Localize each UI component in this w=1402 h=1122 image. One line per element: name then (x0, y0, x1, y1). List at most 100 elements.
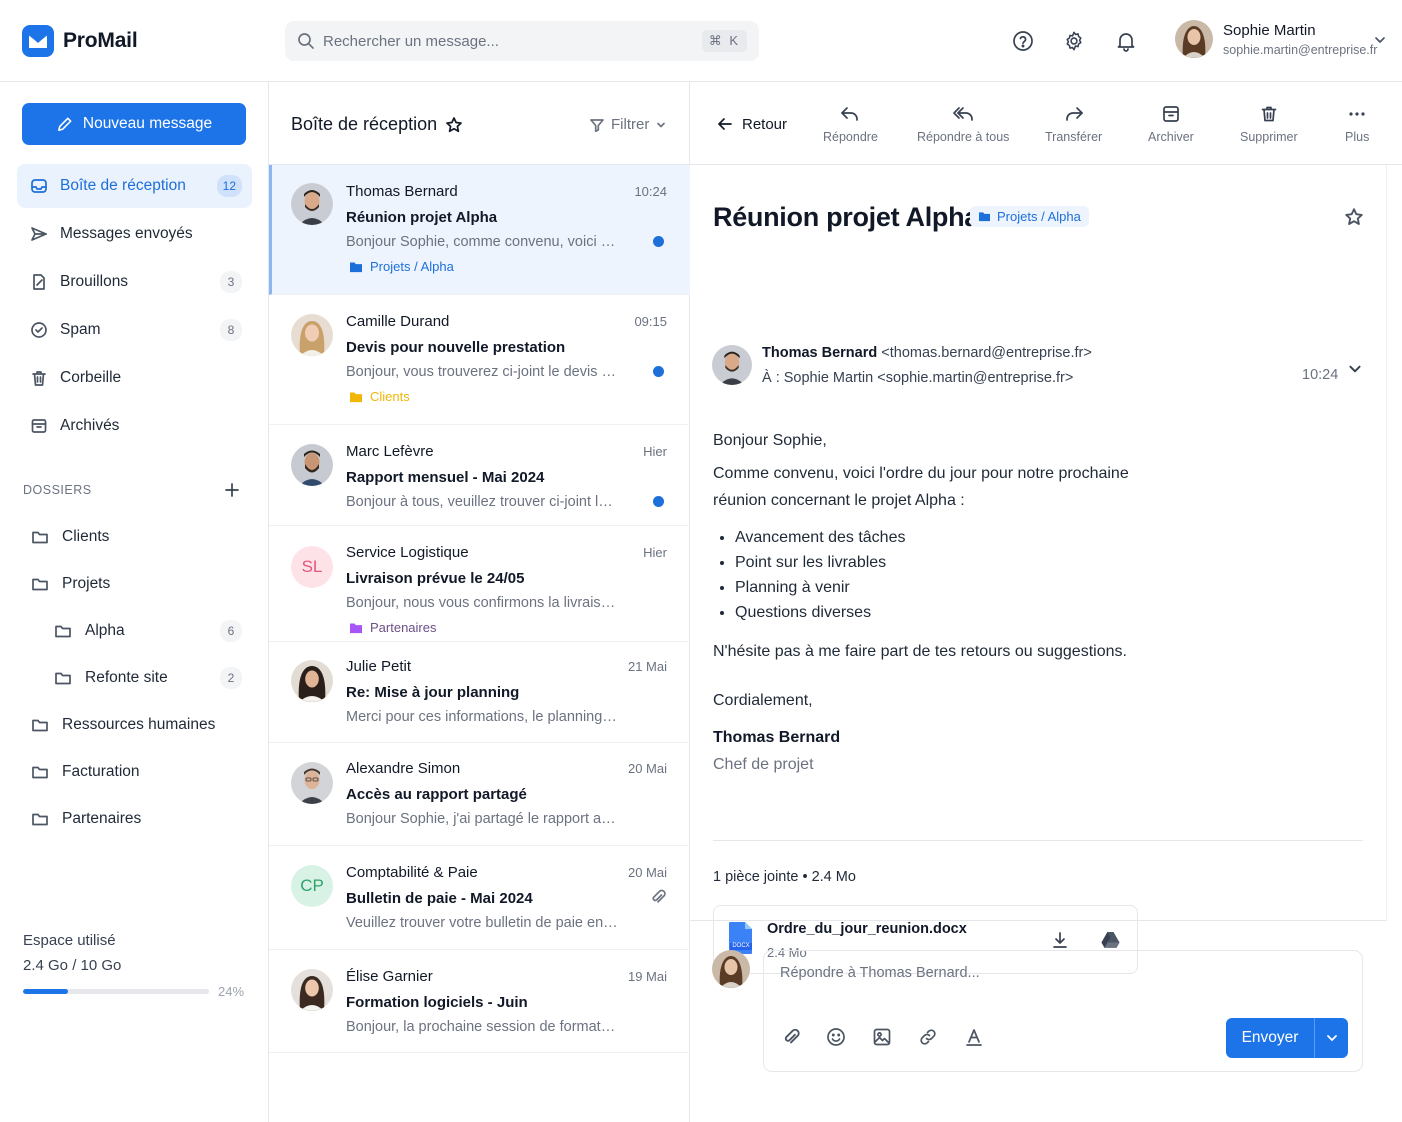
sidebar-item-label: Archivés (60, 417, 120, 434)
forward-button[interactable]: Transférer (1045, 104, 1102, 144)
spam-count-badge: 8 (220, 319, 242, 341)
message-preview: Bonjour Sophie, j'ai partagé le rapport … (346, 811, 618, 827)
send-button[interactable]: Envoyer (1226, 1018, 1348, 1058)
folder-refonte-site[interactable]: Refonte site 2 (54, 658, 242, 698)
folder-label: Projets (62, 575, 111, 592)
message-subject: Bulletin de paie - Mai 2024 (346, 890, 533, 907)
chevron-down-icon[interactable] (1315, 1031, 1348, 1045)
folder-clients[interactable]: Clients (31, 517, 245, 557)
folder-icon (350, 623, 362, 633)
folder-label: Partenaires (62, 810, 142, 827)
help-button[interactable] (1008, 26, 1038, 56)
sidebar-item-trash[interactable]: Corbeille (17, 356, 252, 400)
chevron-down-icon[interactable] (1347, 361, 1363, 377)
settings-button[interactable] (1059, 26, 1089, 56)
avatar-initials: SL (301, 557, 323, 576)
attach-icon[interactable] (781, 1027, 801, 1047)
folder-icon (31, 528, 51, 546)
message-item[interactable]: Marc Lefèvre Rapport mensuel - Mai 2024 … (269, 425, 690, 526)
message-preview: Bonjour à tous, veuillez trouver ci-join… (346, 494, 618, 510)
image-icon[interactable] (872, 1027, 892, 1047)
text-format-icon[interactable] (964, 1027, 984, 1047)
more-button[interactable]: Plus (1345, 104, 1369, 144)
more-icon (1349, 112, 1365, 116)
arrow-left-icon (718, 118, 732, 130)
message-item[interactable]: Thomas Bernard Réunion projet Alpha Bonj… (269, 165, 690, 295)
trash-icon (30, 369, 50, 387)
message-preview: Merci pour ces informations, le planning… (346, 709, 618, 725)
sidebar-item-spam[interactable]: Spam 8 (17, 308, 252, 352)
message-item[interactable]: Camille Durand Devis pour nouvelle prest… (269, 295, 690, 425)
compose-button[interactable]: Nouveau message (22, 103, 246, 145)
message-sender: Thomas Bernard (346, 183, 458, 200)
folders-section-title: DOSSIERS (23, 483, 92, 497)
chevron-down-icon[interactable] (1373, 33, 1387, 47)
message-item[interactable]: Alexandre Simon Accès au rapport partagé… (269, 743, 690, 846)
app-logo[interactable]: ProMail (22, 25, 138, 57)
folder-alpha[interactable]: Alpha 6 (54, 611, 242, 651)
message-item[interactable]: Julie Petit Re: Mise à jour planning Mer… (269, 642, 690, 743)
unread-dot (653, 236, 664, 247)
message-item[interactable]: Élise Garnier Formation logiciels - Juin… (269, 950, 690, 1053)
email-greeting: Bonjour Sophie, (713, 432, 827, 449)
star-icon[interactable] (445, 116, 463, 134)
email-folder-tag[interactable]: Projets / Alpha (970, 206, 1089, 227)
sidebar-item-inbox[interactable]: Boîte de réception 12 (17, 164, 252, 208)
agenda-item: Point sur les livrables (735, 550, 1183, 575)
emoji-icon[interactable] (826, 1027, 846, 1047)
message-tag[interactable]: Clients (349, 389, 410, 404)
folder-partenaires[interactable]: Partenaires (31, 799, 245, 839)
storage-usage: Espace utilisé 2.4 Go / 10 Go 24% (23, 932, 245, 999)
reply-input[interactable] (780, 965, 1340, 981)
message-tag[interactable]: Partenaires (349, 620, 436, 635)
sidebar-item-drafts[interactable]: Brouillons 3 (17, 260, 252, 304)
compose-label: Nouveau message (82, 115, 213, 132)
help-icon (1013, 31, 1033, 51)
archive-button[interactable]: Archiver (1148, 104, 1194, 144)
folder-facturation[interactable]: Facturation (31, 752, 245, 792)
unread-dot (653, 496, 664, 507)
add-folder-button[interactable] (222, 480, 242, 500)
reply-all-icon (953, 107, 974, 121)
sidebar-item-archived[interactable]: Archivés (17, 404, 252, 448)
email-from: Thomas Bernard <thomas.bernard@entrepris… (762, 345, 1092, 361)
email-signoff: Cordialement, (713, 692, 813, 709)
folder-ressources-humaines[interactable]: Ressources humaines (31, 705, 245, 745)
notifications-button[interactable] (1111, 26, 1141, 56)
back-button[interactable]: Retour (716, 115, 787, 133)
avatar (291, 183, 333, 225)
message-time: Hier (643, 444, 667, 459)
folder-icon (350, 392, 362, 402)
search-shortcut: ⌘ K (701, 30, 747, 52)
user-menu[interactable]: Sophie Martin sophie.martin@entreprise.f… (1175, 20, 1377, 58)
message-item[interactable]: SL Service Logistique Livraison prévue l… (269, 526, 690, 642)
message-time: 20 Mai (627, 865, 667, 880)
reply-button[interactable]: Répondre (823, 104, 878, 144)
search-bar[interactable]: ⌘ K (285, 21, 759, 61)
search-input[interactable] (323, 32, 702, 50)
more-label: Plus (1345, 130, 1370, 144)
avatar (291, 660, 333, 702)
reply-all-button[interactable]: Répondre à tous (917, 104, 1009, 144)
filter-button[interactable]: Filtrer (589, 116, 667, 133)
delete-button[interactable]: Supprimer (1240, 104, 1298, 144)
folder-projets[interactable]: Projets (31, 564, 245, 604)
message-sender: Comptabilité & Paie (346, 864, 478, 881)
folder-icon (54, 669, 74, 687)
top-bar: ProMail ⌘ K Sophie Martin sophie.martin@… (0, 0, 1402, 82)
message-subject: Rapport mensuel - Mai 2024 (346, 469, 545, 486)
message-item[interactable]: CP Comptabilité & Paie Bulletin de paie … (269, 846, 690, 950)
unread-dot (653, 366, 664, 377)
link-icon[interactable] (918, 1027, 938, 1047)
message-sender: Alexandre Simon (346, 760, 461, 777)
folder-icon (31, 716, 51, 734)
folder-icon (31, 763, 51, 781)
sender-name: Thomas Bernard (762, 345, 878, 361)
agenda-list: Avancement des tâches Point sur les livr… (735, 525, 1183, 625)
draft-count-badge: 3 (220, 271, 242, 293)
star-icon[interactable] (1344, 207, 1364, 227)
sidebar-item-sent[interactable]: Messages envoyés (17, 212, 252, 256)
sender-avatar (712, 345, 752, 385)
email-view: Réunion projet Alpha Projets / Alpha Tho… (690, 165, 1387, 974)
message-tag[interactable]: Projets / Alpha (349, 259, 454, 274)
